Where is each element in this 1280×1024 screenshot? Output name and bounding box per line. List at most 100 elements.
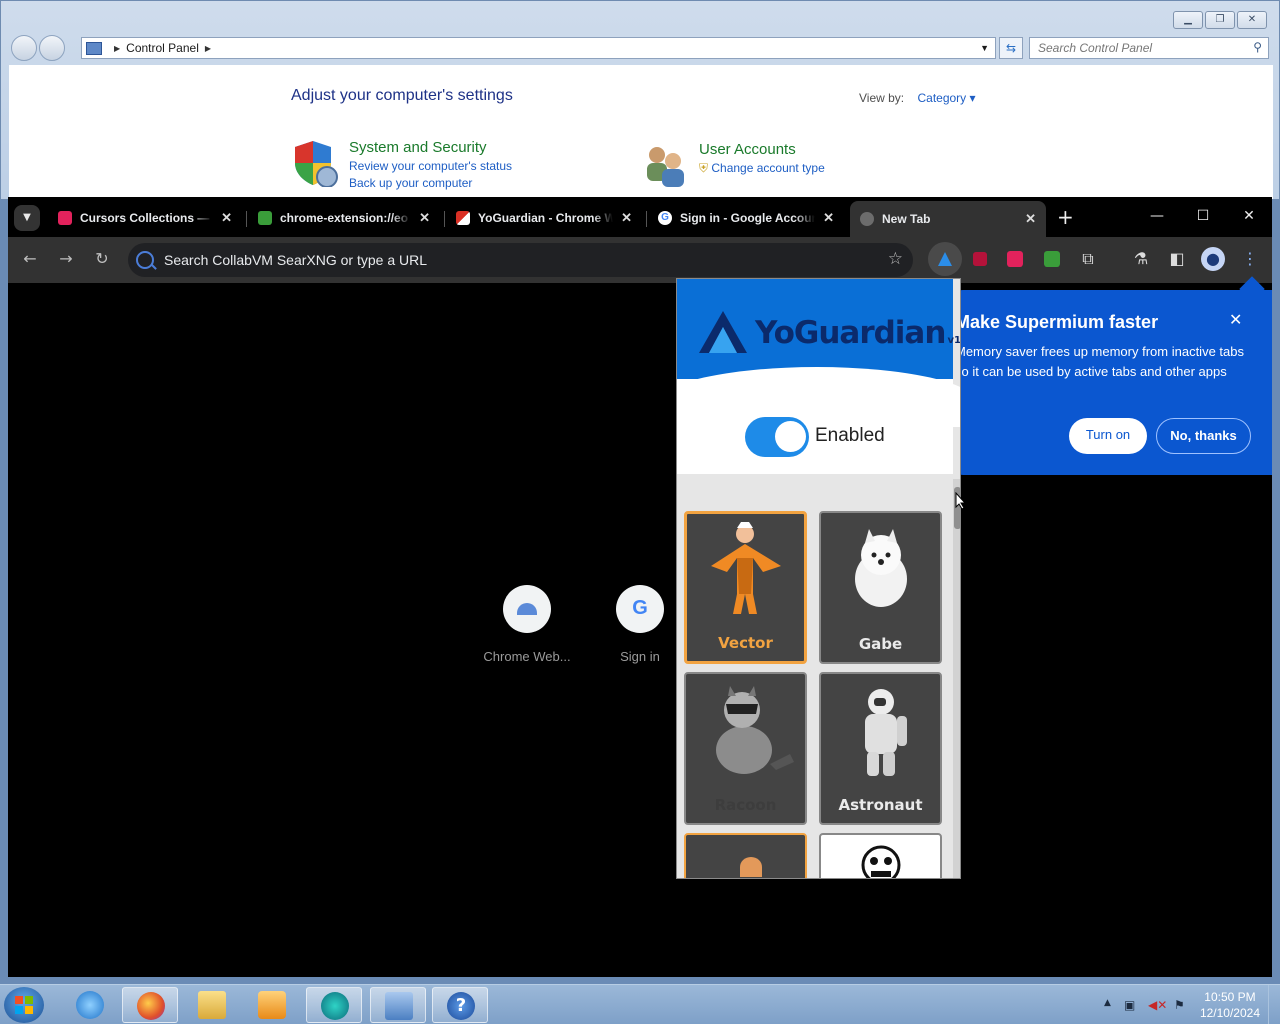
popup-scrollbar[interactable] [953, 479, 960, 878]
cp-minimize-button[interactable]: ▁ [1173, 11, 1203, 29]
control-panel-icon [385, 992, 413, 1020]
taskbar-internet-explorer[interactable] [62, 987, 118, 1023]
no-thanks-button[interactable]: No, thanks [1156, 418, 1251, 454]
turn-on-button[interactable]: Turn on [1069, 418, 1147, 454]
start-button[interactable] [4, 987, 44, 1023]
tab-separator [646, 211, 647, 227]
cursor-card-skull[interactable] [819, 833, 942, 878]
system-tray: ▲ ▣ ◀✕ ⚑ 10:50 PM 12/10/2024 [1090, 985, 1280, 1024]
cp-content: Adjust your computer's settings View by:… [9, 65, 1273, 199]
search-icon[interactable]: ⚲ [1253, 40, 1262, 54]
labs-flask-icon[interactable]: ⚗ [1129, 247, 1153, 271]
taskbar-control-panel[interactable] [370, 987, 426, 1023]
control-panel-window: ▁ ❐ ✕ ▶ Control Panel ▶ ▼ ⇆ Search Contr… [0, 0, 1280, 200]
close-tab-icon[interactable]: ✕ [221, 210, 232, 226]
cursor-card-partial[interactable] [684, 833, 807, 878]
yoguardian-logo-icon [699, 311, 747, 353]
taskbar-firefox[interactable] [122, 987, 178, 1023]
cp-breadcrumb[interactable]: Control Panel [126, 41, 199, 55]
side-panel-icon[interactable]: ◧ [1165, 247, 1189, 271]
toggle-knob [775, 421, 806, 452]
cp-search-input[interactable]: Search Control Panel ⚲ [1029, 37, 1269, 59]
back-arrow-icon[interactable]: ← [18, 247, 42, 271]
tab-google-sign-in[interactable]: G Sign in - Google Accoun ✕ [648, 203, 844, 233]
chrome-web-store-icon [503, 585, 551, 633]
action-center-flag-icon[interactable]: ⚑ [1174, 998, 1185, 1012]
cp-maximize-button[interactable]: ❐ [1205, 11, 1235, 29]
maximize-button[interactable]: ☐ [1180, 197, 1226, 235]
tab-label: YoGuardian - Chrome W [478, 211, 614, 225]
tab-new-tab[interactable]: New Tab ✕ [850, 201, 1046, 237]
tab-label: Cursors Collections — C [80, 211, 214, 225]
show-desktop-button[interactable] [1268, 985, 1280, 1024]
tab-search-button[interactable]: ▼ [14, 205, 40, 231]
cp-forward-button[interactable] [39, 35, 65, 61]
clock-time: 10:50 PM [1204, 990, 1256, 1004]
promo-title: Make Supermium faster [955, 312, 1159, 332]
cp-close-button[interactable]: ✕ [1237, 11, 1267, 29]
shortcut-chrome-web-store[interactable]: Chrome Web... [472, 585, 582, 664]
taskbar-help[interactable]: ? [432, 987, 488, 1023]
cp-caption-buttons: ▁ ❐ ✕ [1173, 11, 1267, 29]
cursor-extension-icon[interactable] [1007, 251, 1023, 267]
profile-avatar-icon[interactable]: ● [1201, 247, 1225, 271]
volume-muted-icon[interactable]: ◀✕ [1148, 998, 1167, 1012]
close-tab-icon[interactable]: ✕ [823, 210, 834, 226]
shield-icon[interactable] [291, 139, 339, 187]
cursor-site-icon [58, 211, 72, 225]
show-hidden-icons-icon[interactable]: ▲ [1104, 998, 1111, 1008]
extensions-puzzle-icon[interactable]: ⧉ [1076, 247, 1100, 271]
green-extension-icon[interactable] [1044, 251, 1060, 267]
tab-chrome-extension[interactable]: chrome-extension://eo ✕ [248, 203, 440, 233]
network-icon[interactable]: ▣ [1124, 998, 1135, 1012]
taskbar-clock[interactable]: 10:50 PM 12/10/2024 [1200, 989, 1260, 1021]
omnibox-placeholder: Search CollabVM SearXNG or type a URL [164, 252, 427, 268]
supermium-icon [321, 992, 349, 1020]
ublock-extension-icon[interactable] [973, 252, 987, 266]
category-system-security: System and Security Review your computer… [291, 139, 512, 190]
person-image [740, 857, 762, 877]
cursor-card-astronaut[interactable]: Astronaut [819, 672, 942, 825]
cp-page-title: Adjust your computer's settings [291, 87, 513, 104]
enabled-toggle[interactable] [745, 417, 809, 457]
bookmark-star-icon[interactable]: ☆ [888, 249, 903, 269]
tab-label: New Tab [882, 212, 931, 226]
close-window-button[interactable]: ✕ [1226, 197, 1272, 235]
category-title[interactable]: System and Security [349, 139, 512, 156]
cp-address-bar[interactable]: ▶ Control Panel ▶ ▼ [81, 37, 996, 59]
cursor-card-gabe[interactable]: Gabe [819, 511, 942, 664]
omnibox[interactable]: Search CollabVM SearXNG or type a URL ☆ [128, 243, 913, 277]
minimize-button[interactable]: — [1134, 197, 1180, 235]
category-link[interactable]: Back up your computer [349, 176, 512, 190]
menu-kebab-icon[interactable]: ⋮ [1238, 247, 1262, 271]
taskbar-explorer[interactable] [184, 987, 240, 1023]
tab-cursors-collections[interactable]: Cursors Collections — C ✕ [48, 203, 242, 233]
breadcrumb-arrow-icon[interactable]: ▶ [205, 44, 211, 53]
close-tab-icon[interactable]: ✕ [419, 210, 430, 226]
address-dropdown-icon[interactable]: ▼ [980, 43, 989, 53]
new-tab-button[interactable]: + [1057, 205, 1074, 229]
category-title[interactable]: User Accounts [699, 141, 825, 158]
firefox-icon [137, 992, 165, 1020]
breadcrumb-arrow-icon: ▶ [114, 43, 121, 53]
users-icon[interactable] [641, 141, 689, 189]
close-tab-icon[interactable]: ✕ [1025, 211, 1036, 227]
cp-refresh-button[interactable]: ⇆ [999, 37, 1023, 59]
view-by-dropdown[interactable]: Category ▾ [917, 91, 975, 105]
skull-image [861, 845, 901, 878]
category-link[interactable]: ⛨ Change account type [699, 161, 825, 176]
cp-back-button[interactable] [11, 35, 37, 61]
cursor-card-vector[interactable]: Vector [684, 511, 807, 664]
taskbar-media-player[interactable] [244, 987, 300, 1023]
forward-arrow-icon[interactable]: → [54, 247, 78, 271]
yoguardian-extension-icon[interactable] [935, 249, 955, 269]
cursor-card-racoon[interactable]: Racoon [684, 672, 807, 825]
category-link[interactable]: Review your computer's status [349, 159, 512, 173]
tab-yoguardian[interactable]: YoGuardian - Chrome W ✕ [446, 203, 642, 233]
close-icon[interactable]: ✕ [1229, 310, 1242, 330]
racoon-image [716, 686, 794, 774]
close-tab-icon[interactable]: ✕ [621, 210, 632, 226]
reload-icon[interactable]: ↻ [90, 247, 114, 271]
chrome-web-store-icon [456, 211, 470, 225]
taskbar-supermium[interactable] [306, 987, 362, 1023]
